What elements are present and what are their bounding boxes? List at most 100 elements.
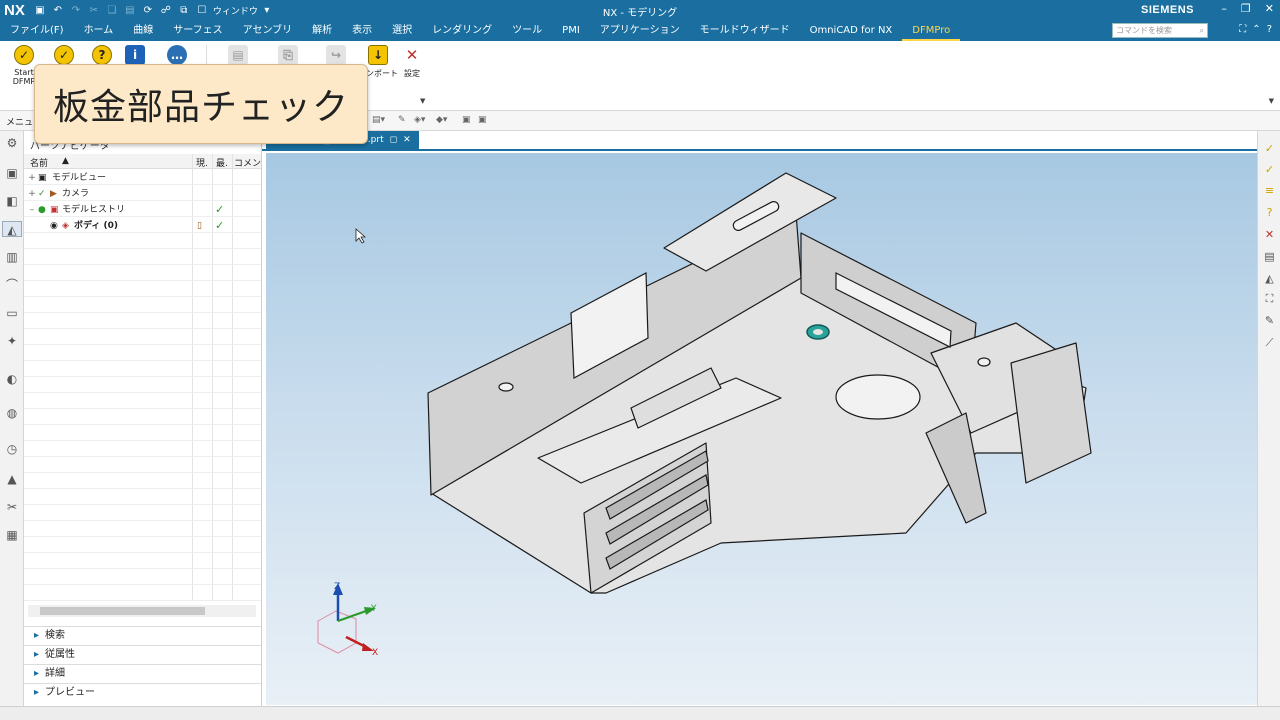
edit-icon[interactable]: ✎ xyxy=(1262,313,1277,328)
system-materials-icon[interactable]: ▦ xyxy=(4,527,20,543)
redo-icon[interactable]: ↷ xyxy=(69,4,83,18)
tab-tools[interactable]: ツール xyxy=(502,21,552,41)
ribbon-options-chevron[interactable]: ▼ xyxy=(1269,97,1274,105)
palette-icon[interactable]: ▲ xyxy=(4,471,20,487)
view-box-icon[interactable]: ▣ xyxy=(478,115,487,125)
hd3d-icon[interactable]: ⌒ xyxy=(4,277,20,293)
filter-icon[interactable]: ▤▾ xyxy=(372,115,385,125)
tab-mold-wizard[interactable]: モールドウィザード xyxy=(690,21,800,41)
tools-icon[interactable]: ✕ xyxy=(1262,227,1277,242)
settings-button[interactable]: ✕ 設定 xyxy=(392,45,432,79)
fullscreen-icon[interactable]: ⛶ xyxy=(1239,24,1246,35)
switch-window-icon[interactable]: ⧉ xyxy=(177,4,191,18)
help-icon[interactable]: ? xyxy=(1267,24,1272,35)
select-mode-icon[interactable]: ◆▾ xyxy=(436,115,447,125)
save-icon[interactable]: ▣ xyxy=(33,4,47,18)
minimize-button[interactable]: – xyxy=(1221,2,1227,15)
tab-pmi[interactable]: PMI xyxy=(552,21,590,41)
tab-analysis[interactable]: 解析 xyxy=(302,21,342,41)
ribbon-more-chevron[interactable]: ▼ xyxy=(420,97,425,105)
body-feature-icon: ◈ xyxy=(62,221,69,231)
collapse-ribbon-icon[interactable]: ⌃ xyxy=(1252,24,1260,35)
cut-icon[interactable]: ✂ xyxy=(87,4,101,18)
restore-tab-icon[interactable]: ◻ xyxy=(390,135,397,147)
view-cube-icon[interactable]: ▣ xyxy=(462,115,471,125)
part-icon[interactable]: ◭ xyxy=(1262,271,1277,286)
role-icon[interactable]: ✂ xyxy=(4,499,20,515)
section-search[interactable]: 検索 xyxy=(24,626,261,645)
history-palette-icon[interactable]: ✦ xyxy=(4,333,20,349)
close-button[interactable]: ✕ xyxy=(1265,2,1274,15)
repeat-command-icon[interactable]: ⟳ xyxy=(141,4,155,18)
report-icon[interactable]: ▤ xyxy=(1262,249,1277,264)
column-comment[interactable]: コメン xyxy=(234,156,261,169)
touch-mode-icon[interactable]: ☍ xyxy=(159,4,173,18)
web-browser-icon[interactable]: ▭ xyxy=(4,305,20,321)
tab-dfmpro[interactable]: DFMPro xyxy=(902,21,961,41)
section-preview[interactable]: プレビュー xyxy=(24,683,261,702)
restore-button[interactable]: ❐ xyxy=(1241,2,1251,15)
horizontal-scrollbar[interactable] xyxy=(28,605,256,617)
tab-curve[interactable]: 曲線 xyxy=(123,21,163,41)
globe-icon[interactable]: ◍ xyxy=(4,405,20,421)
question-icon[interactable]: ? xyxy=(1262,205,1277,220)
window-icon[interactable]: ☐ xyxy=(195,4,209,18)
tab-render[interactable]: レンダリング xyxy=(422,21,502,41)
sheet-metal-model[interactable]: Z Y X xyxy=(266,153,1257,705)
check-run-icon[interactable]: ✓ xyxy=(1262,162,1277,177)
check-icon[interactable]: ✓ xyxy=(1262,141,1277,156)
dfmpro-side-toolbar: ✓ ✓ ≡ ? ✕ ▤ ◭ ⛶ ✎ ⟋ xyxy=(1257,131,1280,706)
reuse-library-icon[interactable]: ▥ xyxy=(4,249,20,265)
navigator-header: 名前 ▲ 現. 最. コメン xyxy=(24,154,261,169)
undo-icon[interactable]: ↶ xyxy=(51,4,65,18)
grid-row xyxy=(24,345,261,361)
constraint-navigator-icon[interactable]: ◧ xyxy=(4,193,20,209)
clock-icon[interactable]: ◷ xyxy=(4,441,20,457)
small-hole-left xyxy=(498,382,514,392)
resource-bar: ⚙ ▣ ◧ ◭ ▥ ⌒ ▭ ✦ ◐ ◍ ◷ ▲ ✂ ▦ xyxy=(0,131,24,706)
snap-point-icon[interactable]: ✎ xyxy=(398,115,406,125)
tab-omnicad[interactable]: OmniCAD for NX xyxy=(800,21,903,41)
tree-item-body[interactable]: ◉ ◈ ボディ (0) ▯ ✓ xyxy=(24,218,261,234)
expand-icon[interactable]: + xyxy=(28,186,36,202)
tab-selection[interactable]: 選択 xyxy=(382,21,422,41)
share-icon: ↪ xyxy=(326,45,346,65)
column-latest[interactable]: 最. xyxy=(216,156,228,169)
fit-view-icon[interactable]: ⛶ xyxy=(1262,291,1277,306)
collapse-icon[interactable]: – xyxy=(28,202,36,218)
section-dependencies[interactable]: 従属性 xyxy=(24,645,261,664)
expand-icon[interactable]: + xyxy=(28,170,36,186)
menu-file[interactable]: ファイル(F) xyxy=(0,21,74,41)
process-studio-icon[interactable]: ◐ xyxy=(4,371,20,387)
section-details[interactable]: 詳細 xyxy=(24,664,261,683)
chevron-down-icon[interactable]: ▾ xyxy=(260,4,274,18)
copy-icon[interactable]: ❏ xyxy=(105,4,119,18)
command-search-input[interactable]: コマンドを検索 ⌕ xyxy=(1112,23,1208,38)
tab-home[interactable]: ホーム xyxy=(74,21,124,41)
rules-icon[interactable]: ≡ xyxy=(1262,183,1277,198)
menu-right-icons: ⛶ ⌃ ? xyxy=(1239,24,1272,35)
assembly-navigator-icon[interactable]: ▣ xyxy=(4,165,20,181)
column-name[interactable]: 名前 xyxy=(30,156,48,169)
measure-icon[interactable]: ⟋ xyxy=(1262,335,1277,350)
tree-item-model-history[interactable]: – ● ▣ モデルヒストリ ✓ xyxy=(24,202,261,218)
tab-application[interactable]: アプリケーション xyxy=(590,21,690,41)
part-navigator-icon[interactable]: ◭ xyxy=(2,221,22,237)
check-icon: ✓ xyxy=(38,189,46,199)
tab-surface[interactable]: サーフェス xyxy=(163,21,232,41)
scrollbar-thumb[interactable] xyxy=(40,607,205,615)
tree-item-model-views[interactable]: + ▣ モデルビュー xyxy=(24,170,261,186)
graphics-window[interactable]: Z Y X xyxy=(266,153,1257,705)
tab-assembly[interactable]: アセンブリ xyxy=(233,21,303,41)
right-end-wall xyxy=(1010,342,1092,484)
tree-item-cameras[interactable]: + ✓ ▶ カメラ xyxy=(24,186,261,202)
part-navigator: パーツナビゲータ ☐ 名前 ▲ 現. 最. コメン + ▣ モデルビュー + ✓… xyxy=(24,131,262,706)
import-icon: ↓ xyxy=(368,45,388,65)
close-tab-icon[interactable]: ✕ xyxy=(403,135,411,147)
tab-view[interactable]: 表示 xyxy=(342,21,382,41)
column-current[interactable]: 現. xyxy=(196,156,208,169)
paste-icon[interactable]: ▤ xyxy=(123,4,137,18)
selection-scope-icon[interactable]: ◈▾ xyxy=(414,115,425,125)
gear-icon[interactable]: ⚙ xyxy=(4,135,20,151)
window-menu[interactable]: ウィンドウ xyxy=(213,4,258,17)
